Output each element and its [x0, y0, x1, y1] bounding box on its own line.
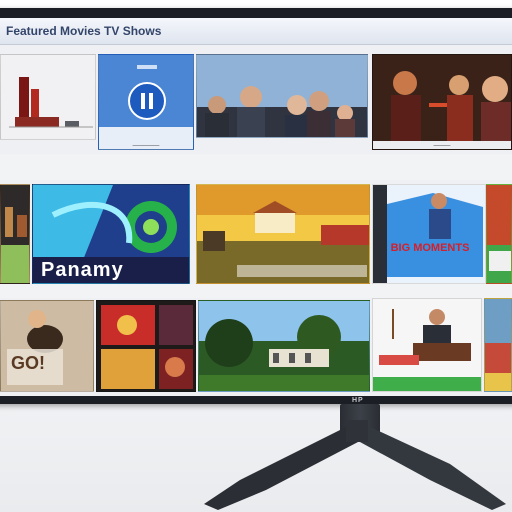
- top-bar: Featured Movies TV Shows: [0, 18, 512, 45]
- tile-edge-strip[interactable]: [486, 184, 512, 284]
- tile-mansion[interactable]: [196, 184, 370, 284]
- tile-landmark[interactable]: [0, 54, 96, 140]
- bird-show-title-art: GO!: [11, 353, 45, 373]
- poster-title-art: BIG MOMENTS: [390, 242, 470, 254]
- tile-bird-show[interactable]: GO!: [0, 300, 94, 392]
- mansion-thumbnail: [197, 185, 369, 283]
- channel-title-art: Panamy: [41, 259, 124, 281]
- edge-thumbnail: [487, 185, 511, 283]
- app-logo-icon: [99, 55, 193, 149]
- app-title: Featured Movies TV Shows: [6, 24, 162, 38]
- content-row-1: ________ _____: [0, 54, 512, 154]
- cooking-thumbnail: [373, 299, 481, 391]
- edge-right-thumbnail: [485, 299, 511, 391]
- concert-thumbnail: [373, 55, 511, 149]
- tile-cityscape[interactable]: [0, 184, 30, 284]
- tile-caption: ________: [132, 140, 160, 146]
- tile-poster[interactable]: BIG MOMENTS: [372, 184, 486, 284]
- trees-thumbnail: [199, 301, 369, 391]
- content-row-2: Panamy BIG MOMENTS: [0, 180, 512, 284]
- monitor: Featured Movies TV Shows ________ _____ …: [0, 8, 512, 404]
- tile-app-icon[interactable]: ________: [98, 54, 194, 150]
- bird-show-thumbnail: [1, 301, 93, 391]
- tile-concert[interactable]: _____: [372, 54, 512, 150]
- group-photo-thumbnail: [197, 55, 367, 137]
- tile-edge-right[interactable]: [484, 298, 512, 392]
- landmark-thumbnail: [1, 55, 95, 139]
- content-row-3: GO!: [0, 298, 512, 392]
- tile-cooking[interactable]: [372, 298, 482, 392]
- monitor-stand-base: [204, 420, 506, 510]
- collage-thumbnail: [97, 301, 195, 391]
- tile-trees[interactable]: [198, 300, 370, 392]
- row-separator: [0, 154, 512, 180]
- tile-channel[interactable]: Panamy: [32, 184, 190, 284]
- row-separator: [0, 284, 512, 298]
- brand-logo: HP: [352, 397, 364, 404]
- tile-caption: _____: [433, 140, 451, 146]
- tile-group-photo[interactable]: [196, 54, 368, 138]
- poster-thumbnail: [373, 185, 485, 283]
- tile-collage[interactable]: [96, 300, 196, 392]
- cityscape-thumbnail: [1, 185, 29, 283]
